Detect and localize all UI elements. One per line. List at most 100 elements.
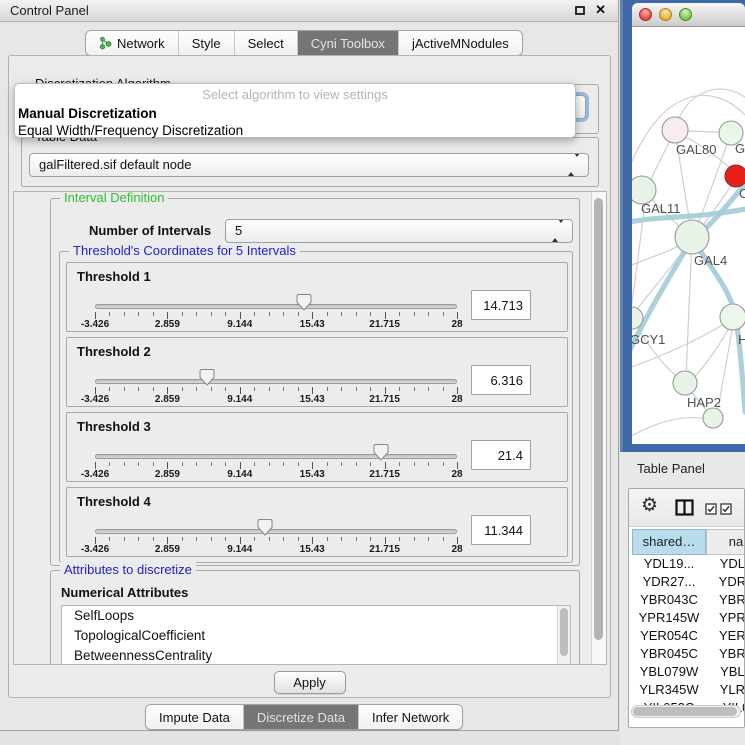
slider-tick (341, 462, 342, 466)
table-toolbar: ⚙ (629, 489, 744, 527)
minimize-traffic-light[interactable] (659, 8, 672, 21)
tab-network[interactable]: Network (86, 31, 179, 55)
scrollbar-thumb[interactable] (633, 707, 737, 716)
slider-tick (298, 312, 299, 316)
slider-tick-label: 28 (451, 394, 462, 405)
close-traffic-light[interactable] (639, 8, 652, 21)
zoom-traffic-light[interactable] (679, 8, 692, 21)
threshold-value-input[interactable] (471, 515, 531, 545)
column-header-2[interactable]: na (706, 529, 745, 555)
slider-thumb[interactable] (296, 294, 311, 311)
tab-cyni-toolbox[interactable]: Cyni Toolbox (298, 31, 399, 55)
slider-tick (283, 462, 284, 466)
tab-style[interactable]: Style (179, 31, 235, 55)
tab-label: Select (248, 36, 284, 51)
threshold-value-input[interactable] (471, 290, 531, 320)
scrollbar-thumb[interactable] (594, 198, 603, 640)
gear-icon[interactable]: ⚙ (641, 494, 658, 517)
network-node-c[interactable] (725, 165, 745, 187)
table-row[interactable]: YLR345WYLR3 (629, 681, 745, 699)
threshold-slider[interactable]: -3.4262.8599.14415.4321.71528 (95, 338, 457, 408)
tab-jactivemnodules[interactable]: jActiveMNodules (399, 31, 522, 55)
table-row[interactable]: YPR145WYPR1 (629, 609, 745, 627)
network-node-gal11[interactable] (632, 176, 656, 204)
slider-track[interactable] (95, 379, 457, 384)
table-data-combobox[interactable]: galFiltered.sif default node (29, 153, 589, 177)
slider-tick (283, 387, 284, 391)
tab-select[interactable]: Select (235, 31, 298, 55)
float-icon[interactable] (575, 6, 585, 15)
table-cell: YBR0 (706, 591, 745, 609)
slider-tick (298, 537, 299, 541)
popup-option-manual-discretization[interactable]: Manual Discretization (18, 105, 572, 122)
slider-thumb[interactable] (258, 519, 273, 536)
slider-tick (341, 387, 342, 391)
network-icon (99, 36, 112, 50)
slider-tick (211, 462, 212, 466)
tab-infer-network[interactable]: Infer Network (359, 705, 462, 729)
table-row[interactable]: YER054CYER0 (629, 627, 745, 645)
table-row[interactable]: YDR27...YDR2 (629, 573, 745, 591)
list-item-betweennesscentrality[interactable]: BetweennessCentrality (62, 646, 570, 665)
slider-tick (327, 312, 328, 316)
network-node-gal80[interactable] (662, 117, 688, 143)
close-icon[interactable]: ✕ (595, 2, 606, 18)
slider-tick-label: 15.43 (300, 319, 325, 330)
table-row[interactable]: YBR043CYBR0 (629, 591, 745, 609)
slider-tick (269, 387, 270, 391)
apply-button[interactable]: Apply (274, 671, 346, 694)
slider-tick (196, 387, 197, 391)
slider-track[interactable] (95, 529, 457, 534)
table-row[interactable]: YBR045CYBR0 (629, 645, 745, 663)
tab-discretize-data[interactable]: Discretize Data (244, 705, 359, 729)
numerical-attributes-list: SelfLoopsTopologicalCoefficientBetweenne… (61, 605, 571, 665)
table-panel-title: Table Panel (637, 461, 705, 476)
slider-tick (370, 312, 371, 316)
slider-tick (167, 387, 168, 394)
table-row[interactable]: YDL19...YDL1 (629, 555, 745, 573)
slider-tick (269, 462, 270, 466)
slider-track[interactable] (95, 454, 457, 459)
vertical-scrollbar[interactable] (591, 192, 606, 664)
list-item-topologicalcoefficient[interactable]: TopologicalCoefficient (62, 626, 570, 646)
slider-tick (457, 462, 458, 469)
num-intervals-combobox[interactable]: 5 (225, 219, 573, 243)
table-row[interactable]: YBL079WYBL0 (629, 663, 745, 681)
network-node-h[interactable] (720, 304, 745, 330)
table-cell: YDL19... (632, 555, 706, 573)
slider-tick (312, 387, 313, 394)
horizontal-scrollbar[interactable] (631, 705, 741, 718)
network-node[interactable] (703, 408, 723, 428)
slider-tick-label: 15.43 (300, 394, 325, 405)
checked-box-icon[interactable] (720, 502, 732, 520)
slider-tick (327, 537, 328, 541)
network-node-gal4[interactable] (675, 220, 709, 254)
popup-option-equal-width-frequency[interactable]: Equal Width/Frequency Discretization (18, 122, 572, 139)
slider-tick (124, 312, 125, 316)
network-node-hap2[interactable] (673, 371, 697, 395)
slider-tick (254, 462, 255, 466)
threshold-slider[interactable]: -3.4262.8599.14415.4321.71528 (95, 413, 457, 483)
slider-thumb[interactable] (200, 369, 215, 386)
column-header-1[interactable]: shared… (632, 529, 706, 555)
threshold-slider[interactable]: -3.4262.8599.14415.4321.71528 (95, 488, 457, 558)
threshold-value-input[interactable] (471, 365, 531, 395)
slider-track[interactable] (95, 304, 457, 309)
tab-impute-data[interactable]: Impute Data (146, 705, 244, 729)
tab-label: Network (117, 36, 165, 51)
columns-icon[interactable] (675, 499, 694, 521)
list-scrollbar[interactable] (557, 606, 570, 665)
slider-tick (254, 312, 255, 316)
slider-tick (196, 312, 197, 316)
threshold-slider[interactable]: -3.4262.8599.14415.4321.71528 (95, 263, 457, 333)
slider-tick (153, 537, 154, 541)
checked-box-icon[interactable] (705, 502, 717, 520)
slider-tick (138, 537, 139, 541)
list-item-selfloops[interactable]: SelfLoops (62, 606, 570, 626)
slider-thumb[interactable] (373, 444, 388, 461)
threshold-value-input[interactable] (471, 440, 531, 470)
slider-tick (109, 312, 110, 316)
network-canvas[interactable]: GAL80GACGAL11GAL4GCY1HHAP2 (632, 27, 745, 444)
node-label: GAL80 (676, 142, 716, 157)
slider-tick (341, 312, 342, 316)
